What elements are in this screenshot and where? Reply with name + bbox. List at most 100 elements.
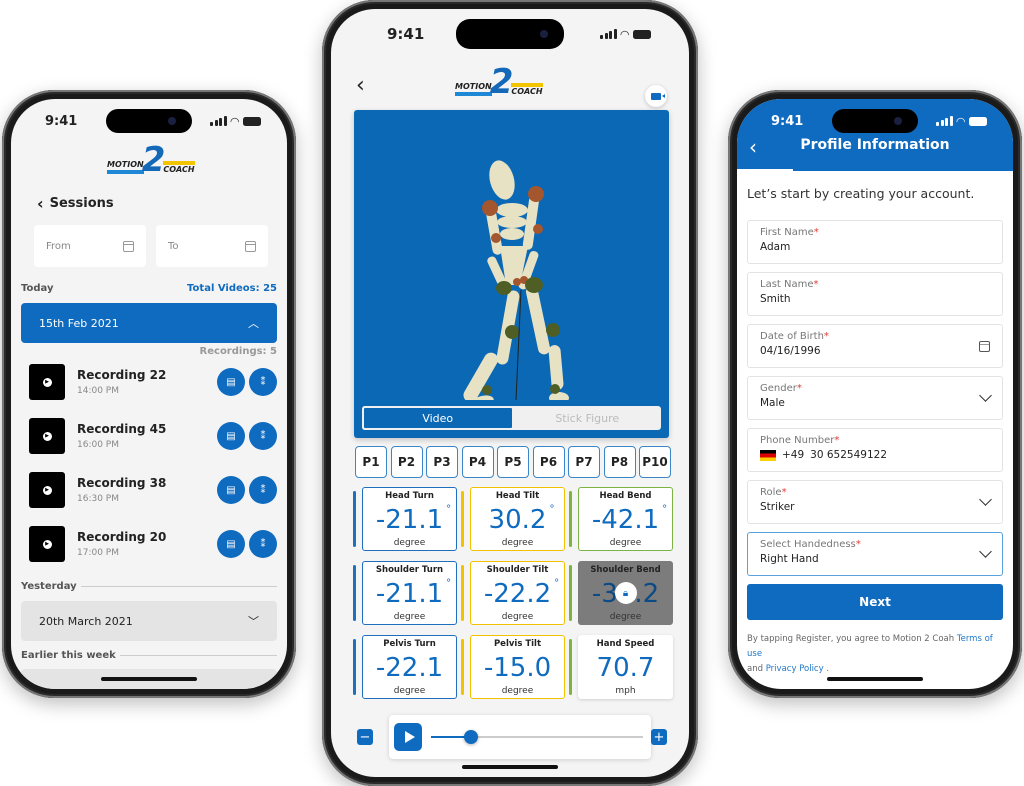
phone-profile: 9:41 ◠ ‹ Profile Information Let’s start… [728, 90, 1022, 698]
signal-icon [210, 116, 227, 126]
document-icon: ▤ [226, 376, 236, 388]
last-name-field[interactable]: Last Name* Smith [747, 272, 1003, 316]
privacy-policy-link[interactable]: Privacy Policy [766, 664, 824, 674]
first-name-field[interactable]: First Name* Adam [747, 220, 1003, 264]
video-thumbnail[interactable]: ▶ [29, 526, 65, 562]
dynamic-island [832, 109, 918, 133]
report-button[interactable]: ▤ [217, 422, 245, 450]
metric-card[interactable]: Head Turn -21.1 ° degree [362, 487, 457, 551]
position-button-p4[interactable]: P4 [461, 446, 494, 478]
video-camera-icon [651, 92, 665, 100]
recording-item[interactable]: ▶ Recording 45 16:00 PM ▤ ⁑ [29, 417, 277, 455]
report-button[interactable]: ▤ [217, 530, 245, 558]
play-icon [404, 731, 415, 743]
germany-flag-icon[interactable] [760, 449, 776, 461]
date-of-birth-field[interactable]: Date of Birth* 04/16/1996 [747, 324, 1003, 368]
metric-card[interactable]: Shoulder Tilt -22.2 ° degree [470, 561, 565, 625]
metric-card[interactable]: Head Tilt 30.2 ° degree [470, 487, 565, 551]
step-forward-button[interactable]: + [651, 729, 667, 745]
metric-card[interactable]: Shoulder Turn -21.1 ° degree [362, 561, 457, 625]
video-camera-button[interactable] [645, 85, 667, 107]
metric-card[interactable]: Hand Speed 70.7 mph [578, 635, 673, 699]
position-button-p1[interactable]: P1 [355, 446, 387, 478]
role-field[interactable]: Role* Striker [747, 480, 1003, 524]
video-thumbnail[interactable]: ▶ [29, 472, 65, 508]
select-handedness-field[interactable]: Select Handedness* Right Hand [747, 532, 1003, 576]
metric-hand-speed[interactable]: Hand Speed 70.7 mph [569, 635, 673, 699]
play-icon: ▶ [42, 377, 52, 387]
position-button-p6[interactable]: P6 [532, 446, 565, 478]
recording-item[interactable]: ▶ Recording 38 16:30 PM ▤ ⁑ [29, 471, 277, 509]
metric-label: Head Bend [599, 491, 652, 501]
field-label: Gender [760, 383, 797, 394]
motion-viewer[interactable]: Video Stick Figure [354, 110, 669, 438]
signal-icon [936, 116, 953, 126]
field-label: Role [760, 487, 782, 498]
play-button[interactable] [394, 723, 422, 751]
back-chevron-icon[interactable]: ‹ [37, 194, 44, 213]
position-button-p7[interactable]: P7 [568, 446, 600, 478]
next-button[interactable]: Next [747, 584, 1003, 620]
report-button[interactable]: ▤ [217, 476, 245, 504]
to-date-input[interactable]: To [156, 225, 268, 267]
metric-unit: degree [501, 686, 534, 696]
metric-shoulder-bend[interactable]: Shoulder Bend -32.2 degree 🔒︎ [569, 561, 673, 625]
skeleton-view-button[interactable]: ⁑ [249, 422, 277, 450]
signal-icon [600, 29, 617, 39]
recording-item[interactable]: ▶ Recording 20 17:00 PM ▤ ⁑ [29, 525, 277, 563]
metric-pelvis-tilt[interactable]: Pelvis Tilt -15.0 degree [461, 635, 565, 699]
metric-head-bend[interactable]: Head Bend -42.1 ° degree [569, 487, 673, 551]
gender-field[interactable]: Gender* Male [747, 376, 1003, 420]
metric-shoulder-tilt[interactable]: Shoulder Tilt -22.2 ° degree [461, 561, 565, 625]
video-thumbnail[interactable]: ▶ [29, 418, 65, 454]
lock-icon[interactable]: 🔒︎ [614, 582, 637, 604]
chevron-down-icon: ﹀ [248, 615, 259, 628]
recording-name: Recording 20 [77, 530, 167, 544]
tab-video[interactable]: Video [362, 406, 514, 430]
metric-label: Shoulder Bend [590, 565, 661, 575]
position-button-p2[interactable]: P2 [390, 446, 423, 478]
position-button-p5[interactable]: P5 [497, 446, 529, 478]
metric-card[interactable]: Shoulder Bend -32.2 degree 🔒︎ [578, 561, 673, 625]
skeleton-view-button[interactable]: ⁑ [249, 476, 277, 504]
metric-shoulder-turn[interactable]: Shoulder Turn -21.1 ° degree [353, 561, 457, 625]
field-value: 04/16/1996 [760, 345, 821, 357]
session-group-today[interactable]: 15th Feb 2021 ︿ [21, 303, 277, 343]
dynamic-island [106, 109, 192, 133]
slider-handle[interactable] [464, 730, 479, 744]
metric-head-tilt[interactable]: Head Tilt 30.2 ° degree [461, 487, 565, 551]
status-time: 9:41 [45, 113, 78, 129]
metric-card[interactable]: Pelvis Turn -22.1 degree [362, 635, 457, 699]
metric-label: Head Turn [385, 491, 434, 501]
metric-head-turn[interactable]: Head Turn -21.1 ° degree [353, 487, 457, 551]
required-mark: * [823, 331, 829, 342]
progress-indicator [737, 169, 793, 172]
from-date-input[interactable]: From [34, 225, 146, 267]
field-label: Last Name [760, 279, 814, 290]
video-thumbnail[interactable]: ▶ [29, 364, 65, 400]
document-icon: ▤ [226, 538, 236, 550]
metric-pelvis-turn[interactable]: Pelvis Turn -22.1 degree [353, 635, 457, 699]
phone-number-field[interactable]: Phone Number* +49 30 652549122 [747, 428, 1003, 472]
calendar-icon[interactable] [979, 341, 990, 352]
profile-screen: 9:41 ◠ ‹ Profile Information Let’s start… [737, 99, 1013, 689]
report-button[interactable]: ▤ [217, 368, 245, 396]
skeleton-view-button[interactable]: ⁑ [249, 530, 277, 558]
position-button-p10[interactable]: P10 [639, 446, 671, 478]
step-back-button[interactable]: − [357, 729, 373, 745]
position-button-p3[interactable]: P3 [426, 446, 458, 478]
skeleton-view-button[interactable]: ⁑ [249, 368, 277, 396]
battery-icon [633, 29, 651, 39]
position-button-p8[interactable]: P8 [603, 446, 636, 478]
playback-slider[interactable] [431, 730, 643, 744]
intro-text: Let’s start by creating your account. [747, 186, 975, 201]
tab-stick-figure[interactable]: Stick Figure [514, 406, 662, 430]
recording-item[interactable]: ▶ Recording 22 14:00 PM ▤ ⁑ [29, 363, 277, 401]
metric-card[interactable]: Head Bend -42.1 ° degree [578, 487, 673, 551]
session-group-yesterday[interactable]: 20th March 2021 ﹀ [21, 601, 277, 641]
back-chevron-icon[interactable]: ‹ [356, 75, 365, 97]
page-title: Profile Information [800, 137, 950, 153]
metric-card[interactable]: Pelvis Tilt -15.0 degree [470, 635, 565, 699]
recording-time: 17:00 PM [77, 548, 119, 558]
status-time: 9:41 [387, 25, 425, 43]
